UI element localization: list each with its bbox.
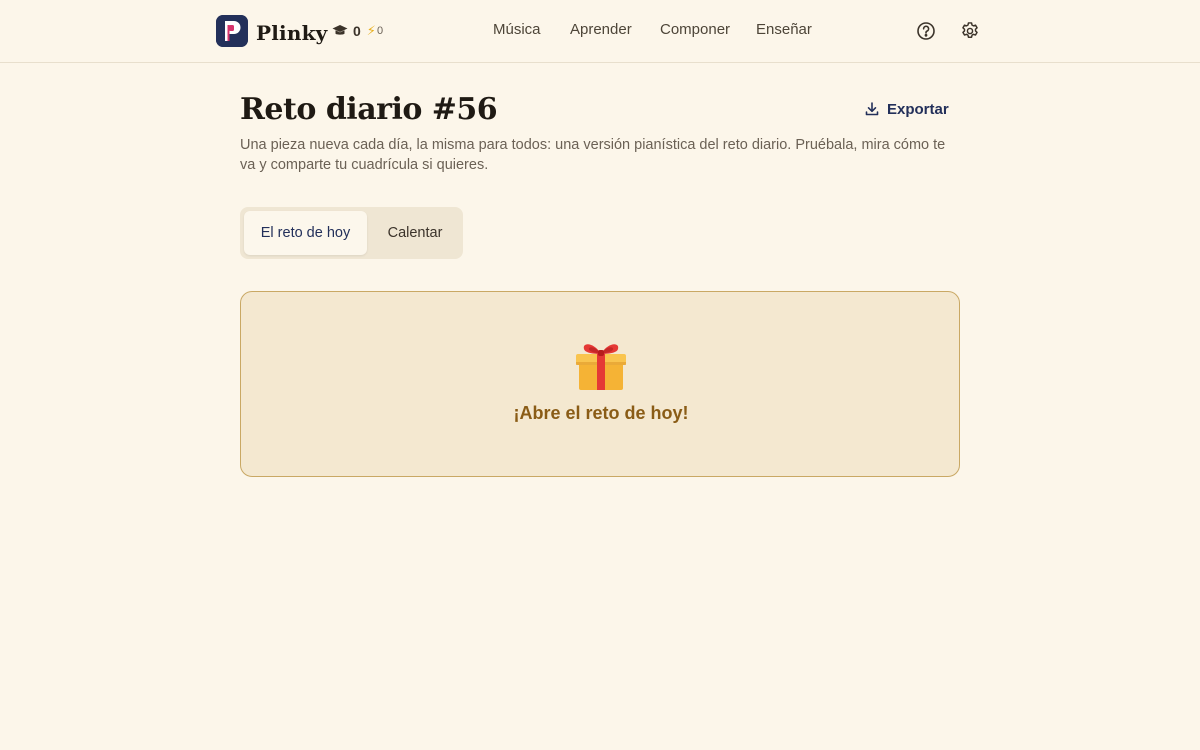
export-label: Exportar: [887, 100, 949, 118]
nav-ensenar[interactable]: Enseñar: [756, 21, 812, 39]
graduation-stat: 0: [332, 23, 361, 39]
graduation-cap-icon: [332, 25, 348, 35]
open-challenge-label: ¡Abre el reto de hoy!: [513, 403, 689, 423]
tab-warm-up[interactable]: Calentar: [371, 211, 459, 255]
help-circle-icon[interactable]: [915, 20, 937, 42]
brand-logo[interactable]: Plinky: [216, 15, 327, 47]
page-title: Reto diario #56: [240, 92, 498, 127]
download-icon: [865, 102, 879, 116]
user-stats: 0 ⚡ 0: [332, 21, 383, 41]
top-bar: Plinky 0 ⚡ 0 Música Aprender Componer En…: [0, 0, 1200, 63]
lightning-icon: ⚡: [366, 23, 376, 38]
tab-bar: El reto de hoy Calentar: [240, 207, 463, 259]
nav-componer[interactable]: Componer: [660, 21, 730, 39]
gear-icon[interactable]: [959, 20, 981, 42]
open-challenge-card[interactable]: ¡Abre el reto de hoy!: [240, 291, 960, 477]
page-subtitle: Una pieza nueva cada día, la misma para …: [240, 137, 946, 173]
energy-stat: ⚡ 0: [367, 23, 383, 39]
export-button[interactable]: Exportar: [864, 98, 949, 120]
plinky-logo-icon: [216, 15, 248, 47]
gift-icon: [576, 344, 626, 390]
graduation-count: 0: [353, 23, 361, 39]
nav-musica[interactable]: Música: [493, 21, 541, 39]
energy-count: 0: [376, 25, 384, 37]
tab-today-challenge[interactable]: El reto de hoy: [244, 211, 367, 255]
nav-aprender[interactable]: Aprender: [570, 21, 632, 39]
brand-name: Plinky: [256, 21, 328, 45]
